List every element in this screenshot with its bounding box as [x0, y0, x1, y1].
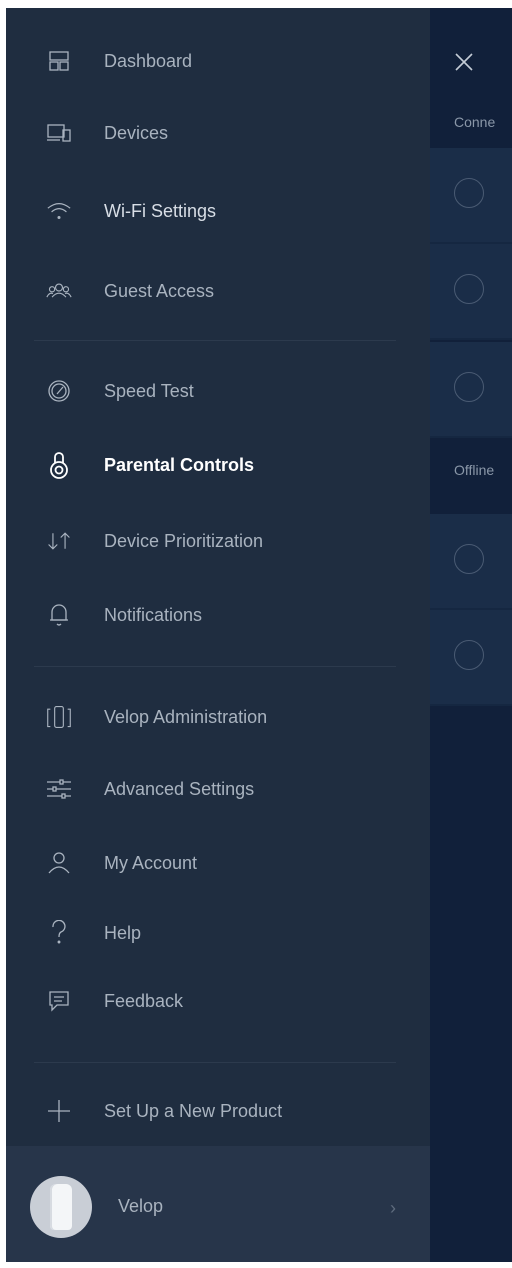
menu-item-label: Velop Administration: [104, 706, 268, 727]
divider: [34, 1062, 396, 1063]
divider: [34, 666, 396, 667]
guest-access-icon: [46, 278, 72, 304]
navigation-drawer: Dashboard Devices Wi-Fi Settings Guest A…: [6, 8, 430, 1262]
sliders-icon: [46, 776, 72, 802]
section-label-connected: Conne: [454, 114, 496, 130]
background-device-list: Conne Offline: [430, 8, 512, 1262]
menu-item-guest-access[interactable]: Guest Access: [6, 266, 430, 316]
radio-button[interactable]: [454, 178, 484, 208]
product-selector[interactable]: Velop ›: [6, 1146, 430, 1262]
question-icon: [46, 920, 72, 946]
menu-item-advanced-settings[interactable]: Advanced Settings: [6, 764, 430, 814]
menu-item-label: Parental Controls: [104, 454, 255, 475]
section-label-offline: Offline: [454, 462, 495, 478]
menu-item-label: Speed Test: [104, 380, 194, 401]
device-row[interactable]: [430, 148, 512, 244]
menu-item-devices[interactable]: Devices: [6, 108, 430, 158]
menu-item-feedback[interactable]: Feedback: [6, 976, 430, 1026]
menu-item-label: Feedback: [104, 990, 184, 1011]
feedback-icon: [46, 988, 72, 1014]
device-row[interactable]: [430, 244, 512, 340]
plus-icon: [46, 1098, 72, 1124]
chevron-right-icon: ›: [390, 1198, 396, 1218]
device-row[interactable]: [430, 342, 512, 438]
menu-item-label: Advanced Settings: [104, 778, 255, 799]
menu-item-label: Device Prioritization: [104, 530, 264, 551]
menu-item-help[interactable]: Help: [6, 908, 430, 958]
menu-item-label: My Account: [104, 852, 198, 873]
menu-item-my-account[interactable]: My Account: [6, 838, 430, 888]
radio-button[interactable]: [454, 544, 484, 574]
menu-item-dashboard[interactable]: Dashboard: [6, 36, 430, 86]
menu-item-notifications[interactable]: Notifications: [6, 590, 430, 640]
speedometer-icon: [46, 378, 72, 404]
menu-item-device-prioritization[interactable]: Device Prioritization: [6, 516, 430, 566]
product-name: Velop: [118, 1196, 164, 1216]
menu-item-speed-test[interactable]: Speed Test: [6, 366, 430, 416]
menu-item-label: Set Up a New Product: [104, 1100, 283, 1121]
menu-item-label: Wi-Fi Settings: [104, 200, 217, 221]
device-row[interactable]: [430, 514, 512, 610]
priority-arrows-icon: [46, 528, 72, 554]
close-icon[interactable]: [452, 50, 476, 74]
divider: [34, 340, 396, 341]
velop-node-avatar: [30, 1176, 92, 1238]
app-frame: Conne Offline Dashboard Devices Wi-Fi Se…: [6, 8, 512, 1262]
menu-item-label: Dashboard: [104, 50, 193, 71]
velop-nodes-icon: [46, 704, 72, 730]
dashboard-icon: [46, 48, 72, 74]
device-row[interactable]: [430, 610, 512, 706]
menu-item-label: Notifications: [104, 604, 203, 625]
menu-item-label: Devices: [104, 122, 169, 143]
radio-button[interactable]: [454, 640, 484, 670]
radio-button[interactable]: [454, 274, 484, 304]
radio-button[interactable]: [454, 372, 484, 402]
lock-icon: [46, 452, 72, 479]
menu-item-wifi-settings[interactable]: Wi-Fi Settings: [6, 186, 430, 236]
devices-icon: [46, 120, 72, 146]
menu-item-parental-controls[interactable]: Parental Controls: [6, 440, 430, 490]
menu-item-label: Guest Access: [104, 280, 215, 301]
menu-item-velop-administration[interactable]: Velop Administration: [6, 692, 430, 742]
menu-item-label: Help: [104, 922, 142, 943]
bell-icon: [46, 602, 72, 628]
user-icon: [46, 850, 72, 876]
menu-item-set-up-new-product[interactable]: Set Up a New Product: [6, 1086, 430, 1136]
wifi-icon: [46, 198, 72, 224]
